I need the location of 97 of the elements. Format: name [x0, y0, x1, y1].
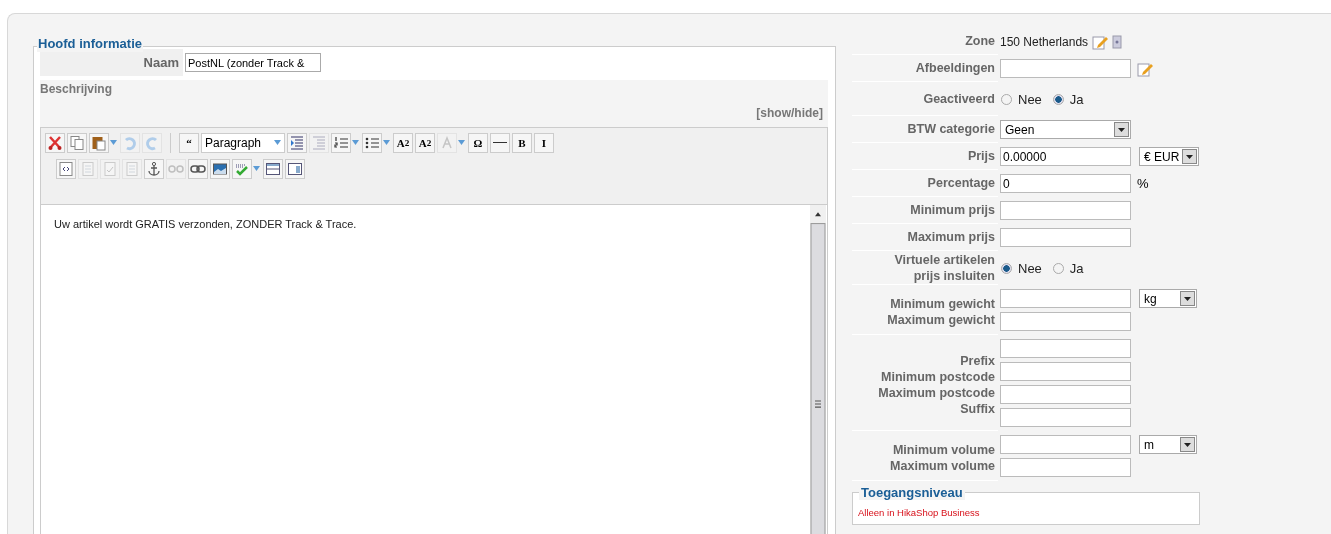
field-label: Afbeeldingen — [915, 61, 995, 75]
field-label: Suffix — [960, 400, 995, 417]
page-check-icon — [102, 160, 118, 177]
editor-text: Uw artikel wordt GRATIS verzonden, ZONDER Track & Trace. — [54, 218, 357, 230]
text-input[interactable] — [1000, 59, 1131, 78]
unit-select[interactable]: m — [1139, 435, 1197, 454]
text-input[interactable] — [1000, 339, 1131, 358]
toolbar-button[interactable] — [285, 158, 305, 179]
field-label: Prefix — [960, 352, 995, 369]
image-icon — [212, 160, 228, 177]
edit-icon[interactable] — [1092, 33, 1109, 50]
toolbar-button[interactable] — [210, 158, 230, 179]
toolbar-button[interactable] — [144, 158, 164, 179]
text-input[interactable] — [1000, 458, 1131, 477]
radio-button[interactable] — [1001, 93, 1012, 105]
clipboard-icon — [91, 134, 107, 151]
field-label: Maximum postcode — [878, 384, 995, 401]
select-value: m — [1144, 437, 1154, 452]
scissors-icon — [47, 134, 63, 151]
field-label: Minimum volume — [892, 441, 995, 458]
field-label: Prijs — [967, 149, 995, 163]
field-label: Maximum volume — [890, 457, 995, 474]
dropdown-arrow-icon — [383, 140, 390, 145]
format-select[interactable]: Paragraph — [201, 132, 285, 153]
font-color-icon — [439, 134, 455, 151]
show-hide-link[interactable]: [show/hide] — [756, 106, 823, 120]
editor-area[interactable]: Uw artikel wordt GRATIS verzonden, ZONDER Track & Trace. — [40, 205, 828, 534]
field-label: Beschrijving — [40, 82, 113, 96]
text-input[interactable] — [1000, 228, 1131, 247]
radio-label[interactable]: Nee — [1018, 91, 1042, 107]
toolbar-button[interactable] — [263, 158, 283, 179]
toolbar-button[interactable]: I — [534, 132, 554, 153]
unit-select[interactable]: kg — [1139, 289, 1197, 308]
text-input[interactable] — [1000, 312, 1131, 331]
dropdown-arrow-icon — [352, 140, 359, 145]
field-label: Minimum gewicht — [890, 295, 995, 312]
page-icon — [124, 160, 140, 177]
indent-icon — [289, 134, 305, 151]
dropdown-arrow-icon — [458, 140, 465, 145]
text-input[interactable] — [1000, 201, 1131, 220]
field-label: Virtuele artikelen prijs insluiten — [893, 251, 995, 284]
radio-label[interactable]: Ja — [1069, 91, 1084, 107]
copy-icon — [69, 134, 85, 151]
toolbar-button[interactable] — [89, 132, 109, 153]
field-label: Minimum postcode — [881, 368, 995, 385]
toolbar-button[interactable] — [188, 158, 208, 179]
section-legend: Hoofd informatie — [37, 36, 143, 52]
scrollbar[interactable] — [810, 205, 826, 534]
zone-value: 150 Netherlands — [1000, 34, 1089, 49]
unit-label: % — [1137, 176, 1149, 191]
notice-text: Alleen in HikaShop Business — [858, 507, 980, 518]
field-label: Percentage — [927, 176, 995, 190]
radio-button[interactable] — [1001, 262, 1012, 274]
text-input[interactable]: 0.00000 — [1000, 147, 1131, 166]
text-input[interactable] — [1000, 408, 1131, 427]
dropdown-arrow-icon — [253, 166, 260, 171]
edit-icon[interactable] — [1137, 60, 1153, 77]
page-icon — [80, 160, 96, 177]
split-frame-icon — [265, 160, 281, 177]
field-label: Maximum gewicht — [887, 311, 995, 328]
name-input[interactable]: PostNL (zonder Track & — [185, 53, 321, 72]
text-input[interactable] — [1000, 362, 1131, 381]
text-input[interactable] — [1000, 289, 1131, 308]
toolbar-button[interactable]: B — [512, 132, 532, 153]
horizontal-rule-icon — [493, 142, 507, 143]
select-value: kg — [1144, 291, 1157, 306]
section-legend: Toegangsniveau — [859, 485, 965, 500]
dropdown-arrow-icon — [110, 140, 117, 145]
toolbar-button[interactable] — [362, 132, 382, 153]
radio-label[interactable]: Nee — [1018, 260, 1042, 276]
field-label: Minimum prijs — [910, 203, 995, 217]
anchor-icon — [146, 160, 162, 177]
field-label: Geactiveerd — [923, 90, 995, 107]
radio-button[interactable] — [1052, 262, 1064, 274]
field-label: BTW categorie — [907, 122, 995, 136]
outdent-icon — [311, 134, 327, 151]
toolbar-button[interactable] — [45, 132, 65, 153]
trash-icon[interactable] — [1112, 34, 1123, 49]
numbered-list-icon — [333, 134, 349, 151]
radio-button[interactable] — [1052, 93, 1064, 105]
toolbar-button[interactable] — [490, 132, 510, 153]
toolbar-button[interactable]: “ — [179, 132, 199, 153]
dropdown-arrow-icon — [274, 140, 281, 145]
text-input[interactable] — [1000, 385, 1131, 404]
toolbar-button[interactable]: Ω — [468, 132, 488, 153]
text-input[interactable] — [1000, 435, 1131, 454]
select-field[interactable]: Geen — [1000, 120, 1131, 139]
select-value: € EUR — [1144, 149, 1180, 164]
code-icon — [58, 160, 74, 177]
select-value: Geen — [1005, 122, 1035, 137]
unit-select[interactable]: € EUR — [1139, 147, 1199, 166]
field-label: Maximum prijs — [907, 230, 995, 244]
format-value: Paragraph — [205, 135, 262, 150]
text-input[interactable]: 0 — [1000, 174, 1131, 193]
field-label: Zone — [965, 34, 995, 48]
frame-icon — [287, 160, 303, 177]
radio-label[interactable]: Ja — [1069, 260, 1084, 276]
